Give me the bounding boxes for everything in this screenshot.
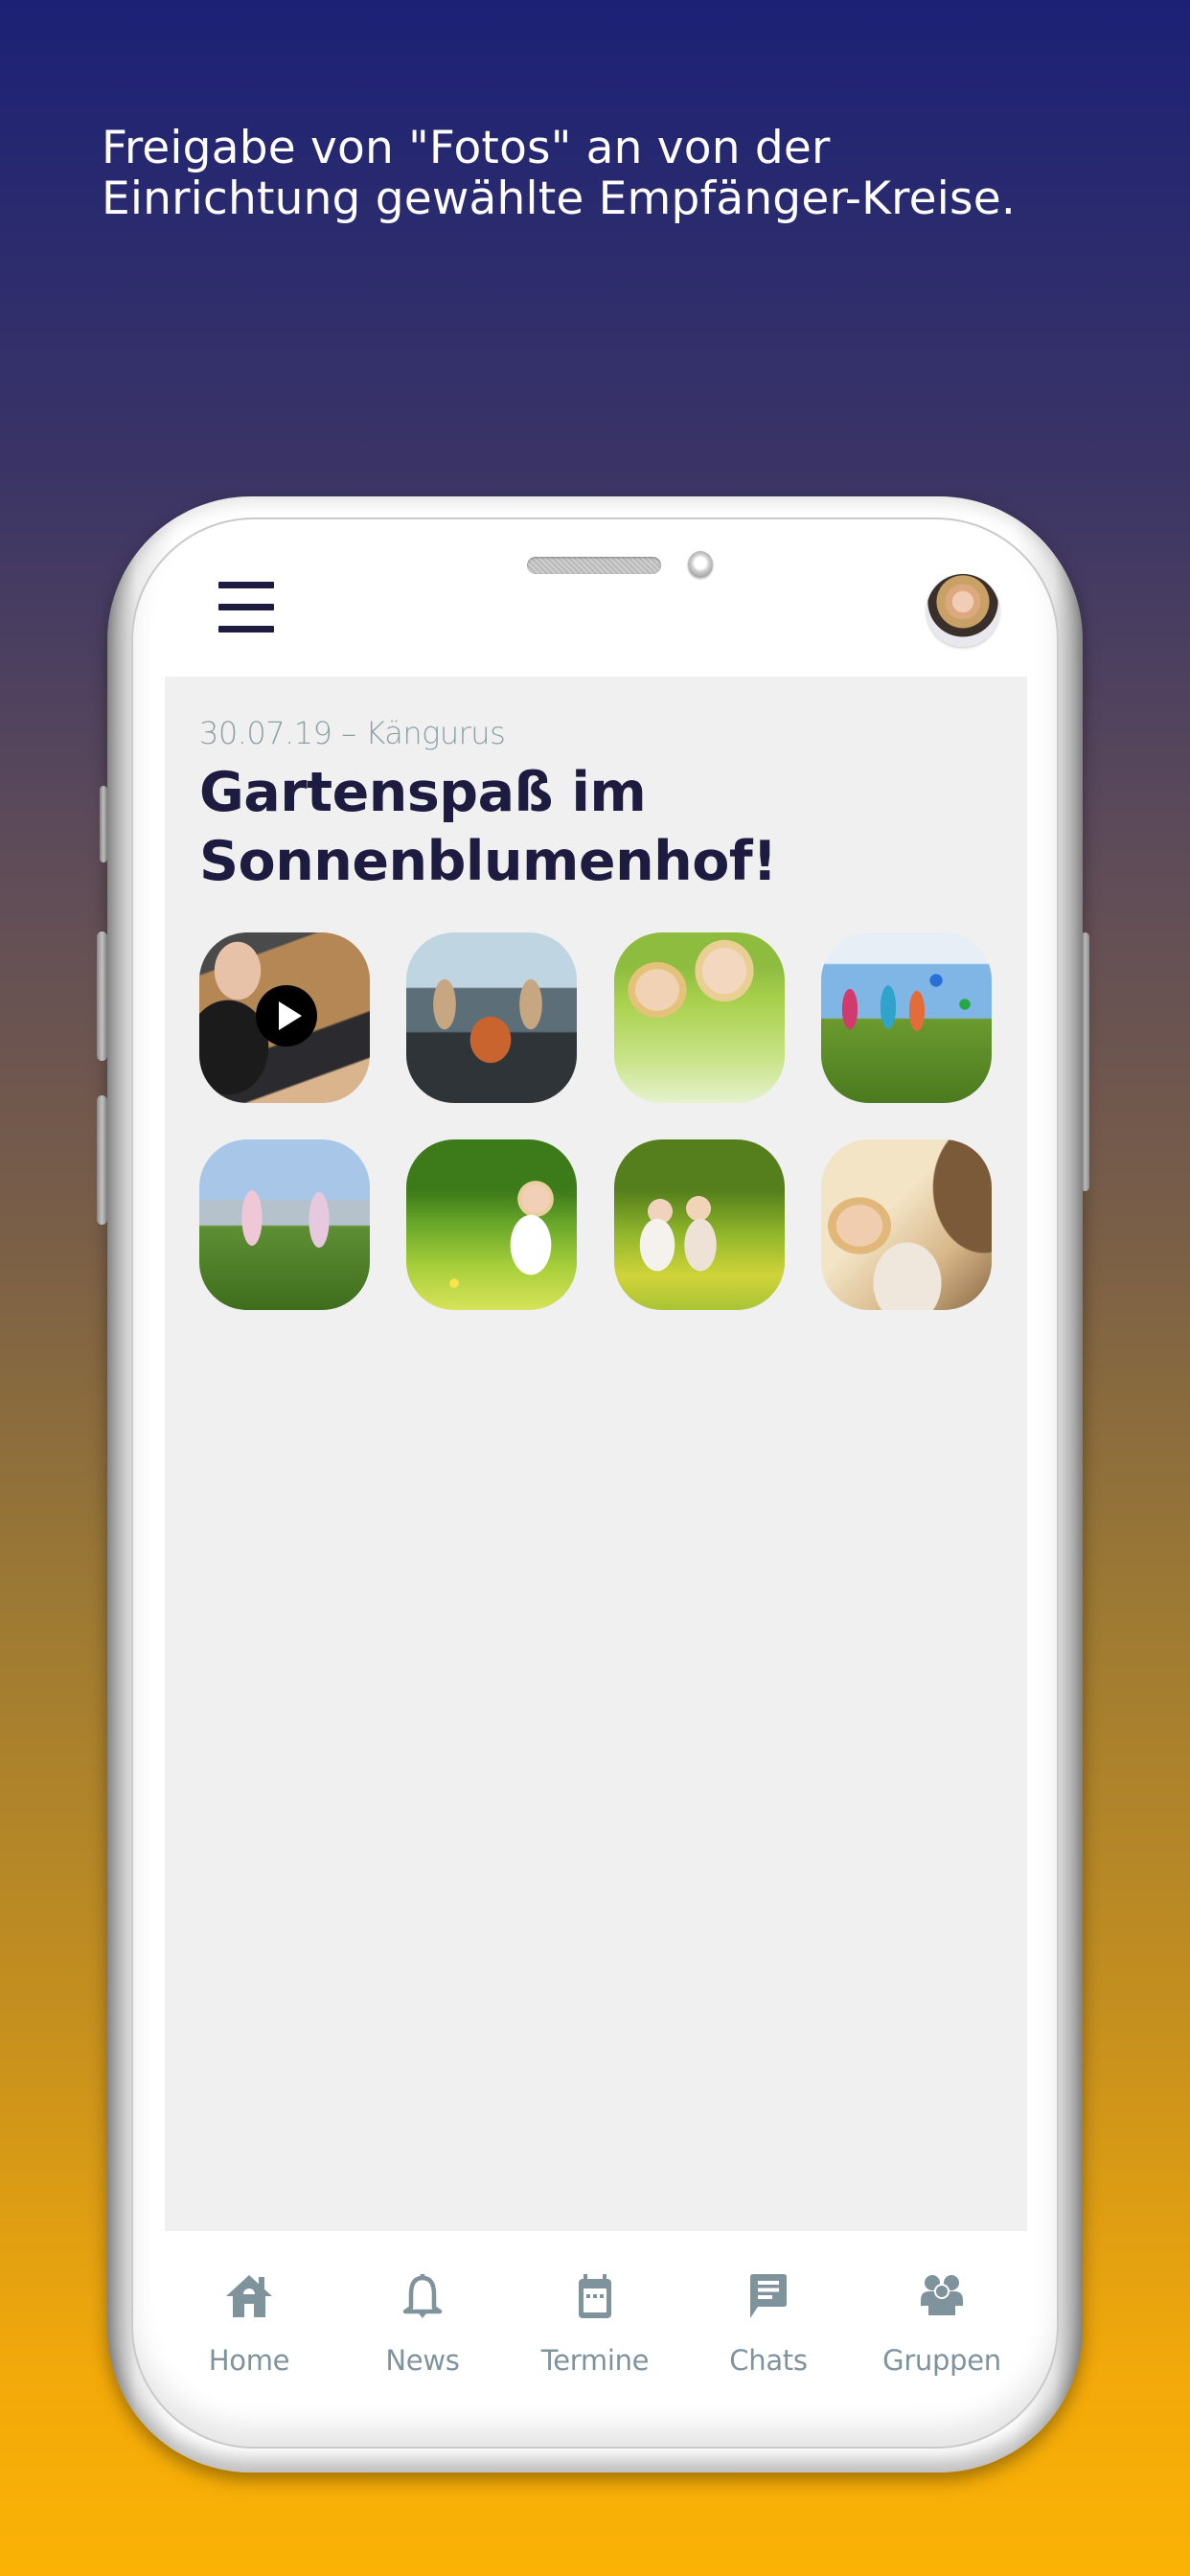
headline-line-1: Freigabe von "Fotos" an von der (102, 122, 831, 174)
phone-camera (688, 551, 713, 578)
chat-icon (750, 2274, 787, 2318)
phone-speaker (527, 557, 661, 574)
media-thumb-photo[interactable] (614, 932, 785, 1103)
media-thumb-photo[interactable] (199, 1139, 370, 1310)
group-icon (921, 2275, 963, 2315)
nav-label: News (385, 2344, 460, 2377)
nav-item-chats[interactable]: Chats (692, 2273, 845, 2377)
post-meta: 30.07.19 – Kängurus (199, 715, 506, 751)
phone-side-button-volume-down (97, 1095, 107, 1225)
media-thumb-photo[interactable] (406, 1139, 577, 1310)
nav-label: Home (208, 2344, 290, 2377)
play-icon[interactable] (256, 985, 317, 1046)
promo-headline: Freigabe von "Fotos" an von der Einricht… (102, 123, 1136, 224)
media-thumb-photo[interactable] (821, 1139, 992, 1310)
nav-label: Chats (729, 2344, 808, 2377)
calendar-icon (579, 2274, 611, 2318)
home-icon (226, 2275, 272, 2317)
nav-label: Gruppen (882, 2344, 1001, 2377)
nav-label: Termine (540, 2344, 650, 2377)
bell-icon (402, 2274, 443, 2318)
media-thumb-photo[interactable] (406, 932, 577, 1103)
media-thumb-video[interactable] (199, 932, 370, 1103)
headline-line-2: Einrichtung gewählte Empfänger-Kreise. (102, 172, 1016, 225)
post-content: 30.07.19 – Kängurus Gartenspaß im Sonnen… (165, 677, 1027, 2231)
media-thumb-photo[interactable] (614, 1139, 785, 1310)
nav-item-home[interactable]: Home (172, 2273, 326, 2377)
post-title: Gartenspaß im Sonnenblumenhof! (199, 761, 777, 893)
bottom-navigation: Home News Termine Chats Gruppen (165, 2231, 1027, 2377)
nav-item-news[interactable]: News (346, 2273, 499, 2377)
hamburger-menu-icon[interactable] (217, 580, 276, 635)
nav-item-gruppen[interactable]: Gruppen (865, 2273, 1018, 2377)
user-avatar[interactable] (927, 574, 999, 647)
nav-item-termine[interactable]: Termine (518, 2273, 672, 2377)
phone-side-button-silent (100, 786, 107, 862)
media-thumb-photo[interactable] (821, 932, 992, 1103)
phone-side-button-volume-up (97, 932, 107, 1061)
